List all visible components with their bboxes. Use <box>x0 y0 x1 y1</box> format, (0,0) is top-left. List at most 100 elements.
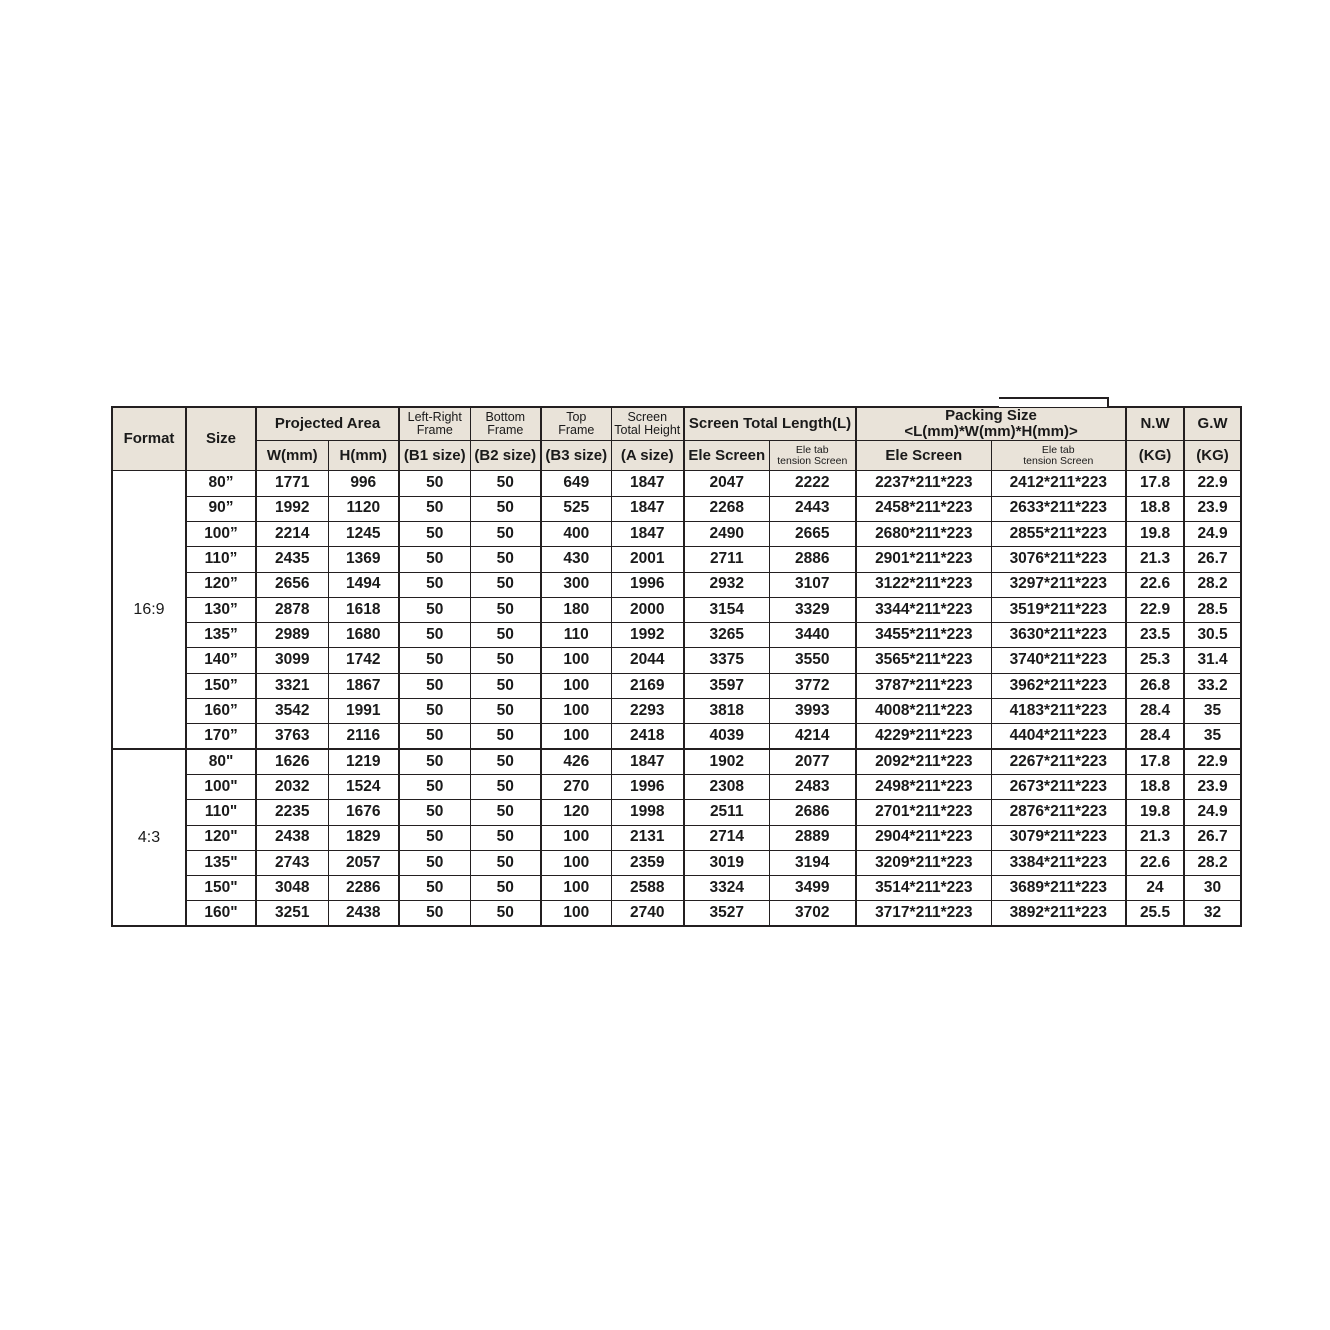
table-body: 16:9 80” 1771 996 50 50 649 1847 2047 2222 2237*21… <box>111 470 1243 928</box>
cell-nw: 17.8 <box>1125 470 1186 497</box>
header-stl-ele-tab-line2: tension Screen <box>777 454 848 467</box>
cell-b2-size: 50 <box>469 875 542 902</box>
cell-size: 150" <box>185 875 257 902</box>
cell-b3-size: 120 <box>540 799 612 826</box>
cell-stl-tab: 3702 <box>768 900 858 928</box>
cell-nw: 17.8 <box>1125 748 1186 775</box>
cell-stl-ele: 2511 <box>683 799 770 826</box>
cell-b1-size: 50 <box>398 520 471 548</box>
cell-a-size: 2359 <box>610 849 686 877</box>
cell-a-size: 2044 <box>610 647 686 674</box>
cell-stl-ele: 3019 <box>683 849 770 877</box>
cell-b3-size: 100 <box>540 900 612 928</box>
cell-ps-ele: 2092*211*223 <box>855 748 992 775</box>
cell-projected-h: 1524 <box>327 773 401 801</box>
cell-nw: 22.6 <box>1125 571 1186 598</box>
cell-b2-size: 50 <box>469 672 542 700</box>
cell-b3-size: 270 <box>540 773 612 801</box>
cell-projected-h: 1494 <box>327 571 401 598</box>
cell-projected-w: 3763 <box>255 723 329 751</box>
cell-ps-ele: 3717*211*223 <box>855 900 992 928</box>
cell-ps-ele: 2701*211*223 <box>855 799 992 826</box>
table-row: 110" 2235 1676 50 50 120 1998 2511 2686 2701*211*… <box>112 799 1243 826</box>
header-bottom-frame-line2: Frame <box>487 423 524 438</box>
cell-stl-ele: 3154 <box>683 596 770 624</box>
cell-a-size: 2740 <box>610 900 686 928</box>
cell-b3-size: 180 <box>540 596 612 624</box>
cell-stl-tab: 3440 <box>768 622 858 649</box>
cell-b1-size: 50 <box>398 748 471 775</box>
cell-gw: 28.2 <box>1183 571 1243 598</box>
cell-ps-ele: 3514*211*223 <box>855 875 992 902</box>
cell-gw: 23.9 <box>1183 495 1243 522</box>
cell-b2-size: 50 <box>469 647 542 674</box>
cell-b2-size: 50 <box>469 824 542 851</box>
header-gross-weight: G.W <box>1183 406 1243 442</box>
cell-ps-tab: 2412*211*223 <box>990 470 1128 497</box>
header-top-frame-line2: Frame <box>558 423 595 438</box>
cell-stl-ele: 2268 <box>683 495 770 522</box>
header-ps-ele-screen: Ele Screen <box>855 440 992 472</box>
header-left-right-frame-line1: Left-Right <box>407 409 462 424</box>
cell-nw: 21.3 <box>1125 546 1186 573</box>
cell-b2-size: 50 <box>469 698 542 725</box>
cell-nw: 24 <box>1125 875 1186 902</box>
cell-b3-size: 649 <box>540 470 612 497</box>
cell-b3-size: 100 <box>540 672 612 700</box>
cell-b3-size: 100 <box>540 647 612 674</box>
header-size: Size <box>185 406 257 472</box>
cell-ps-ele: 2680*211*223 <box>855 520 992 548</box>
cell-format: 16:9 <box>111 470 187 751</box>
cell-size: 80" <box>185 748 257 775</box>
table-row: 120” 2656 1494 50 50 300 1996 2932 3107 3122*211*… <box>112 571 1243 598</box>
cell-ps-ele: 2901*211*223 <box>855 546 992 573</box>
cell-b3-size: 100 <box>540 875 612 902</box>
cell-projected-w: 2032 <box>255 773 329 801</box>
cell-ps-tab: 2855*211*223 <box>990 520 1128 548</box>
cell-gw: 26.7 <box>1183 546 1243 573</box>
cell-ps-tab: 3079*211*223 <box>990 824 1128 851</box>
cell-gw: 23.9 <box>1183 773 1243 801</box>
header-row-bottom: W(mm) H(mm) (B1 size) (B2 size) (B3 size… <box>112 440 1243 472</box>
table-row: 130” 2878 1618 50 50 180 2000 3154 3329 3344*211*… <box>112 596 1243 624</box>
cell-b3-size: 100 <box>540 849 612 877</box>
cell-stl-tab: 4214 <box>768 723 858 751</box>
cell-nw: 22.9 <box>1125 596 1186 624</box>
cell-projected-h: 2286 <box>327 875 401 902</box>
cell-size: 135” <box>185 622 257 649</box>
cell-b3-size: 100 <box>540 723 612 751</box>
cell-projected-h: 1120 <box>327 495 401 522</box>
cell-nw: 22.6 <box>1125 849 1186 877</box>
cell-size: 120" <box>185 824 257 851</box>
header-net-weight: N.W <box>1125 406 1186 442</box>
cell-projected-w: 3251 <box>255 900 329 928</box>
cell-nw: 18.8 <box>1125 773 1186 801</box>
cell-stl-tab: 3107 <box>768 571 858 598</box>
cell-b2-size: 50 <box>469 546 542 573</box>
cell-stl-ele: 2047 <box>683 470 770 497</box>
cell-projected-w: 3048 <box>255 875 329 902</box>
cell-stl-tab: 3772 <box>768 672 858 700</box>
cell-projected-h: 996 <box>327 470 401 497</box>
cell-projected-h: 1829 <box>327 824 401 851</box>
cell-b1-size: 50 <box>398 622 471 649</box>
cell-gw: 35 <box>1183 723 1243 751</box>
header-gw-unit: (KG) <box>1183 440 1243 472</box>
cell-stl-ele: 2308 <box>683 773 770 801</box>
table-row: 135" 2743 2057 50 50 100 2359 3019 3194 3209*211*… <box>112 849 1243 877</box>
cell-ps-tab: 3297*211*223 <box>990 571 1128 598</box>
cell-a-size: 1847 <box>610 520 686 548</box>
cell-b1-size: 50 <box>398 495 471 522</box>
cell-projected-w: 2656 <box>255 571 329 598</box>
header-projected-height: H(mm) <box>327 440 401 472</box>
cell-size: 170” <box>185 723 257 751</box>
cell-projected-h: 2438 <box>327 900 401 928</box>
cell-b3-size: 100 <box>540 698 612 725</box>
header-screen-total-length: Screen Total Length(L) <box>683 406 858 442</box>
table-row: 160" 3251 2438 50 50 100 2740 3527 3702 3717*211*… <box>112 900 1243 928</box>
table-row: 150” 3321 1867 50 50 100 2169 3597 3772 3787*211*… <box>112 672 1243 700</box>
cell-gw: 24.9 <box>1183 520 1243 548</box>
cell-stl-tab: 2443 <box>768 495 858 522</box>
cell-ps-tab: 3962*211*223 <box>990 672 1128 700</box>
cell-ps-tab: 4183*211*223 <box>990 698 1128 725</box>
